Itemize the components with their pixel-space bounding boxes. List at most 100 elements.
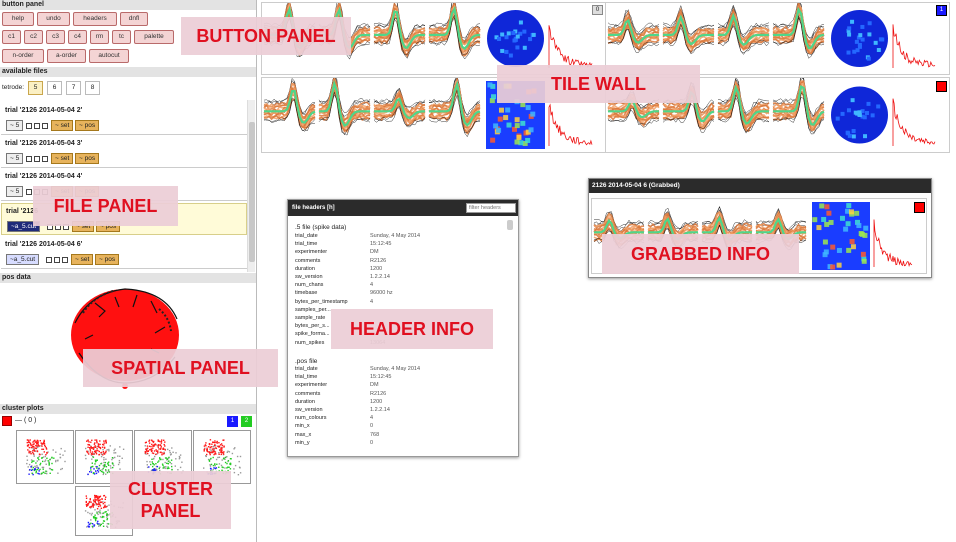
header-value: 1.2.2.14 (370, 407, 390, 413)
header-key: trial_time (295, 241, 318, 248)
cluster-swatch-1[interactable]: 1 (227, 416, 238, 427)
header-row: trial_date Sunday, 4 May 2014 (295, 233, 485, 241)
autocut-button[interactable]: autocut (89, 49, 129, 63)
channel-box[interactable] (26, 123, 32, 129)
header-row: duration 1200 (295, 399, 485, 407)
pos-file-button[interactable]: ~ pos (95, 254, 120, 265)
header-key: comments (295, 257, 321, 264)
cluster-panel-annotation: CLUSTER PANEL (110, 471, 231, 529)
tile-badge[interactable] (936, 81, 947, 92)
help-button[interactable]: help (2, 12, 34, 26)
waveform-channel (373, 3, 426, 59)
header-value: 1200 (370, 398, 383, 405)
waveform-channel (772, 78, 825, 135)
cluster-color-swatch[interactable] (2, 416, 12, 426)
trial-item[interactable]: trial '2126 2014-05-04 6' ~a_5.cut ~ set… (1, 237, 247, 269)
waveform-channel (772, 3, 825, 59)
header-key: trial_time (295, 374, 318, 381)
undo-button[interactable]: undo (37, 12, 70, 26)
trial-item[interactable]: trial '2126 2014-05-04 2' ~ 5 ~ set ~ po… (1, 103, 247, 135)
header-key: duration (295, 265, 315, 272)
c4-button[interactable]: c4 (68, 30, 87, 44)
header-key: bytes_per_s... (295, 323, 330, 330)
header-key: max_x (295, 431, 312, 438)
header-section-title: .5 file (spike data) (295, 224, 347, 231)
tc-button[interactable]: tc (112, 30, 131, 44)
header-row: duration 1200 (295, 266, 485, 274)
cluster-swatch-2[interactable]: 2 (241, 416, 252, 427)
channel-box[interactable] (62, 257, 68, 263)
a-order-button[interactable]: a-order (47, 49, 86, 63)
cut-file-button[interactable]: ~ 5 (6, 153, 24, 164)
header-row: num_chans 4 (295, 282, 485, 290)
tetrode-5-button[interactable]: 5 (28, 81, 43, 95)
tetrode-8-button[interactable]: 8 (85, 81, 100, 95)
trial-name: trial '2126 2014-05-04 2' (5, 107, 83, 114)
header-row: min_y 0 (295, 440, 485, 448)
header-key: bytes_per_timestamp (295, 298, 348, 305)
header-key: samples_per... (295, 306, 331, 313)
cut-file-button[interactable]: ~a_5.cut (6, 254, 40, 265)
channel-box[interactable] (42, 123, 48, 129)
cut-file-button[interactable]: ~ 5 (6, 120, 24, 131)
header-value: 4 (370, 298, 374, 305)
channel-box[interactable] (26, 189, 32, 195)
tile-graphic (607, 3, 936, 68)
header-row: timebase 96000 hz (295, 290, 485, 298)
waveform-channel (428, 3, 481, 60)
waveform-channel (318, 78, 371, 136)
channel-box[interactable] (54, 257, 60, 263)
tetrode-7-button[interactable]: 7 (66, 81, 81, 95)
dnfl-button[interactable]: dnfl (120, 12, 148, 26)
header-value: 4 (370, 415, 374, 422)
header-value: Sunday, 4 May 2014 (370, 233, 421, 239)
c1-button[interactable]: c1 (2, 30, 21, 44)
files-scrollbar[interactable] (247, 100, 255, 272)
header-key: experimenter (295, 249, 328, 256)
header-row: comments R2126 (295, 391, 485, 399)
set-file-button[interactable]: ~ set (51, 120, 74, 131)
tile-badge[interactable]: 0 (592, 5, 603, 15)
files-panel-header: available files (0, 67, 256, 77)
set-file-button[interactable]: ~ set (51, 153, 74, 164)
cut-file-button[interactable]: ~ 5 (6, 186, 24, 197)
cluster-plot[interactable] (16, 430, 74, 484)
header-key: spike_forma... (295, 331, 330, 338)
waveform-channel (662, 4, 715, 55)
trial-item[interactable]: trial '2126 2014-05-04 3' ~ 5 ~ set ~ po… (1, 136, 247, 168)
cluster-scatter (26, 439, 66, 476)
filter-headers-input[interactable] (466, 203, 516, 213)
channel-box[interactable] (34, 123, 40, 129)
set-file-button[interactable]: ~ set (71, 254, 94, 265)
pos-file-button[interactable]: ~ pos (75, 153, 100, 164)
channel-box[interactable] (26, 156, 32, 162)
autocorrelogram (548, 103, 593, 146)
cluster-annotation-line2: PANEL (140, 501, 201, 521)
files-scrollbar-thumb[interactable] (249, 122, 255, 262)
header-row: bytes_per_timestamp 4 (295, 299, 485, 307)
n-order-button[interactable]: n-order (2, 49, 44, 63)
pos-file-button[interactable]: ~ pos (75, 120, 100, 131)
waveform-channel (428, 78, 481, 138)
button-panel-header: button panel (0, 0, 256, 10)
rm-button[interactable]: rm (90, 30, 109, 44)
c2-button[interactable]: c2 (24, 30, 43, 44)
headers-button[interactable]: headers (73, 12, 117, 26)
header-key: sample_rate (295, 315, 326, 321)
header-key: num_colours (295, 415, 327, 422)
channel-box[interactable] (42, 156, 48, 162)
tile-badge[interactable]: 1 (936, 5, 947, 16)
header-value: Sunday, 4 May 2014 (370, 366, 421, 372)
header-scrollbar[interactable] (507, 220, 513, 230)
header-row: min_x 0 (295, 423, 485, 431)
ratemap (831, 10, 888, 67)
c3-button[interactable]: c3 (46, 30, 65, 44)
trial-name: trial '2126 2014-05-04 4' (5, 173, 83, 180)
tetrode-6-button[interactable]: 6 (47, 81, 62, 95)
header-key: sw_version (295, 274, 323, 280)
channel-box[interactable] (46, 257, 52, 263)
cluster-panel-header: cluster plots (0, 404, 256, 414)
grabbed-badge[interactable] (914, 202, 925, 213)
palette-button[interactable]: palette (134, 30, 174, 44)
channel-box[interactable] (34, 156, 40, 162)
